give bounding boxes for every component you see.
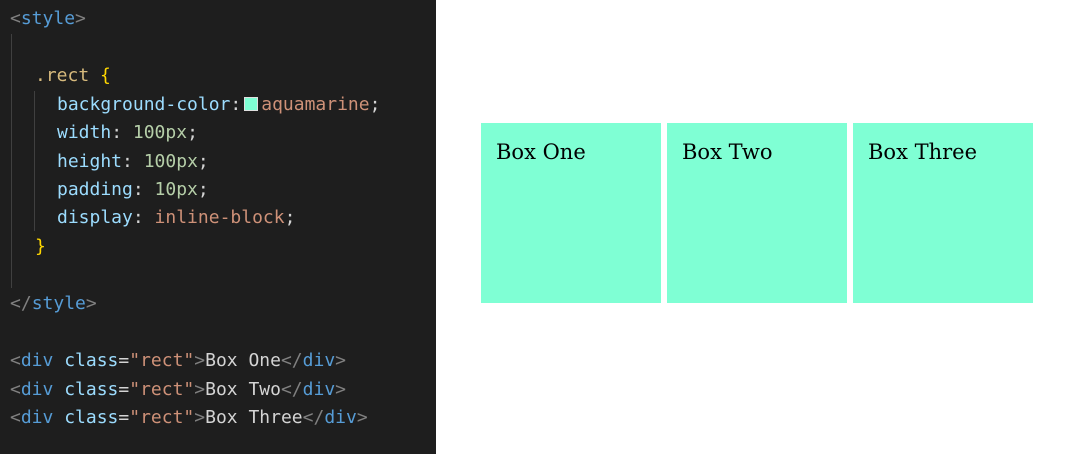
token-punct: </ bbox=[280, 379, 303, 400]
token-colon: : bbox=[122, 151, 133, 172]
token-punct: </ bbox=[302, 407, 325, 428]
token-property: height bbox=[57, 151, 123, 172]
token-string: "rect" bbox=[129, 350, 195, 371]
token-tag: style bbox=[31, 293, 86, 314]
token-punct: </ bbox=[10, 293, 32, 314]
token-value: 100px bbox=[143, 151, 198, 172]
code-line-declaration: padding: 10px; bbox=[57, 176, 209, 204]
token-semicolon: ; bbox=[197, 151, 209, 172]
token-value: 10px bbox=[154, 179, 198, 200]
code-line-div: <div class="rect">Box One</div> bbox=[10, 347, 346, 375]
token-semicolon: ; bbox=[369, 94, 381, 115]
token-brace: } bbox=[35, 236, 46, 257]
token-punct: > bbox=[335, 379, 347, 400]
token-equals: = bbox=[118, 350, 130, 371]
token-tag: div bbox=[302, 379, 336, 400]
token-value: aquamarine bbox=[261, 94, 370, 115]
token-text: Box Two bbox=[205, 379, 281, 400]
token-attribute: class bbox=[64, 379, 119, 400]
code-line-style-open: <style> bbox=[10, 5, 86, 33]
color-swatch-icon[interactable] bbox=[244, 97, 259, 111]
token-attribute: class bbox=[64, 407, 119, 428]
code-editor[interactable]: <style> .rect { background-color: aquamar… bbox=[0, 0, 436, 454]
token-punct: < bbox=[10, 407, 21, 428]
token-colon: : bbox=[132, 207, 144, 228]
token-equals: = bbox=[118, 407, 130, 428]
token-punct: > bbox=[194, 350, 206, 371]
code-line-declaration: display: inline-block; bbox=[57, 204, 295, 232]
token-colon: : bbox=[132, 179, 144, 200]
token-text: Box One bbox=[205, 350, 281, 371]
token-punct: < bbox=[10, 8, 21, 29]
token-attribute: class bbox=[64, 350, 119, 371]
token-string: "rect" bbox=[129, 379, 195, 400]
token-brace: { bbox=[100, 65, 111, 86]
token-value: inline-block bbox=[154, 207, 285, 228]
code-line-declaration: width: 100px; bbox=[57, 119, 198, 147]
token-string: "rect" bbox=[129, 407, 195, 428]
indent-guide bbox=[11, 34, 12, 288]
code-line-selector: .rect { bbox=[35, 62, 111, 90]
render-preview: Box One Box Two Box Three bbox=[436, 0, 1077, 454]
token-semicolon: ; bbox=[284, 207, 296, 228]
token-punct: > bbox=[194, 407, 206, 428]
code-line-brace-close: } bbox=[35, 233, 46, 261]
token-punct: > bbox=[335, 350, 347, 371]
token-punct: > bbox=[75, 8, 86, 29]
box-label: Box Three bbox=[868, 140, 978, 164]
code-line-declaration: height: 100px; bbox=[57, 148, 209, 176]
token-colon: : bbox=[230, 94, 242, 115]
token-semicolon: ; bbox=[197, 179, 209, 200]
token-punct: > bbox=[356, 407, 368, 428]
token-value: 100px bbox=[132, 122, 188, 143]
token-selector: .rect bbox=[35, 65, 90, 86]
token-tag: div bbox=[20, 407, 54, 428]
token-tag: div bbox=[324, 407, 357, 428]
indent-guide bbox=[34, 91, 35, 231]
token-punct: </ bbox=[280, 350, 303, 371]
token-equals: = bbox=[118, 379, 130, 400]
token-tag: div bbox=[20, 379, 54, 400]
token-punct: < bbox=[10, 379, 21, 400]
box-three: Box Three bbox=[853, 123, 1033, 303]
token-property: padding bbox=[57, 179, 133, 200]
token-text: Box Three bbox=[205, 407, 303, 428]
code-line-div: <div class="rect">Box Two</div> bbox=[10, 376, 346, 404]
box-label: Box One bbox=[496, 140, 586, 164]
token-punct: < bbox=[10, 350, 21, 371]
code-line-div: <div class="rect">Box Three</div> bbox=[10, 404, 368, 432]
token-punct: > bbox=[194, 379, 206, 400]
token-semicolon: ; bbox=[187, 122, 198, 143]
token-punct: > bbox=[85, 293, 97, 314]
token-tag: div bbox=[302, 350, 336, 371]
box-two: Box Two bbox=[667, 123, 847, 303]
token-tag: style bbox=[20, 8, 76, 29]
token-property: display bbox=[57, 207, 133, 228]
box-one: Box One bbox=[481, 123, 661, 303]
box-label: Box Two bbox=[682, 140, 773, 164]
token-colon: : bbox=[111, 122, 123, 143]
token-property: width bbox=[57, 122, 112, 143]
token-tag: div bbox=[20, 350, 54, 371]
code-line-declaration: background-color: aquamarine; bbox=[57, 91, 380, 119]
code-line-style-close: </style> bbox=[10, 290, 97, 318]
token-property: background-color bbox=[57, 94, 231, 115]
